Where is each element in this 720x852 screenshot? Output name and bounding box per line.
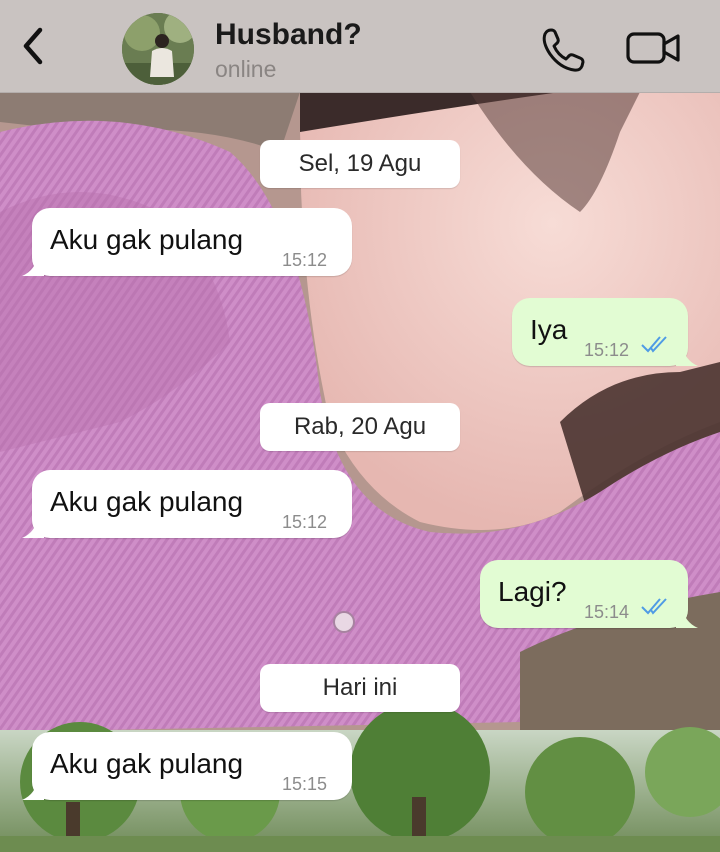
date-separator: Hari ini bbox=[260, 664, 460, 712]
bubble-tail bbox=[676, 344, 698, 366]
bubble-tail bbox=[22, 778, 44, 800]
video-camera-icon[interactable] bbox=[624, 28, 684, 68]
avatar[interactable] bbox=[122, 13, 194, 85]
back-chevron-icon[interactable] bbox=[14, 22, 54, 70]
read-receipt-icon bbox=[641, 336, 667, 353]
bubble-tail bbox=[22, 254, 44, 276]
message-time: 15:15 bbox=[282, 774, 328, 794]
message-text: Aku gak pulang bbox=[50, 748, 244, 779]
message-time: 15:14 bbox=[584, 602, 630, 622]
incoming-message[interactable]: Aku gak pulang 15:12 bbox=[22, 208, 352, 276]
outgoing-message[interactable]: Lagi? 15:14 bbox=[480, 560, 698, 628]
read-receipt-icon bbox=[641, 598, 667, 615]
message-text: Aku gak pulang bbox=[50, 224, 244, 255]
chat-screen: Husband? online Sel, 19 Agu Aku gak pula… bbox=[0, 0, 720, 852]
incoming-message[interactable]: Aku gak pulang 15:15 bbox=[22, 732, 352, 800]
date-separator: Rab, 20 Agu bbox=[260, 403, 460, 451]
bubble-tail bbox=[22, 516, 44, 538]
outgoing-message[interactable]: Iya 15:12 bbox=[512, 298, 698, 366]
bubble-tail bbox=[676, 606, 698, 628]
chat-header: Husband? online bbox=[0, 0, 720, 93]
date-separator: Sel, 19 Agu bbox=[260, 140, 460, 188]
message-text: Aku gak pulang bbox=[50, 486, 244, 517]
message-time: 15:12 bbox=[282, 250, 328, 270]
phone-icon[interactable] bbox=[538, 24, 588, 74]
contact-name[interactable]: Husband? bbox=[215, 18, 362, 52]
message-time: 15:12 bbox=[584, 340, 630, 360]
incoming-message[interactable]: Aku gak pulang 15:12 bbox=[22, 470, 352, 538]
message-text: Lagi? bbox=[498, 576, 567, 607]
contact-status: online bbox=[215, 56, 277, 82]
message-time: 15:12 bbox=[282, 512, 328, 532]
message-text: Iya bbox=[530, 314, 568, 345]
